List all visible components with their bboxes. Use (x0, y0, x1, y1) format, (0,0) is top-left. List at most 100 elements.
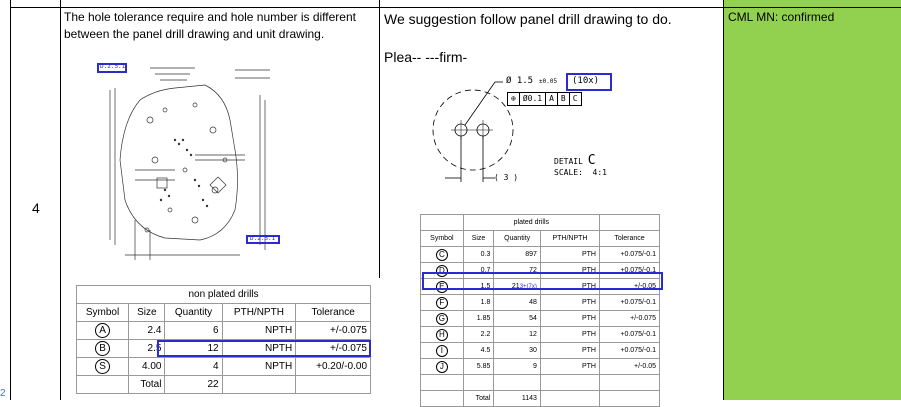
empty-cell (295, 375, 371, 394)
empty-cell (493, 374, 541, 391)
plated-title-row: plated drills (420, 214, 661, 231)
type-cell: PTH (539, 310, 600, 327)
panel-drawing-svg (109, 67, 270, 260)
table-row: J 5.85 9 PTH +/-0.05 (420, 358, 661, 375)
header-cell: Tolerance (295, 303, 371, 322)
fcf-tolerance: Ø0.1 (520, 93, 547, 105)
table-row: I 4.5 30 PTH +0.075/-0.1 (420, 342, 661, 359)
symbol-circle: G (435, 312, 448, 325)
detail-count: (10x) (572, 76, 600, 86)
tolerance-cell: +0.075/-0.1 (598, 246, 661, 263)
symbol-cell: S (75, 357, 130, 376)
symbol-circle: I (435, 344, 448, 357)
plated-title: plated drills (462, 214, 600, 231)
empty-cell (221, 375, 297, 394)
header-cell: Quantity (164, 303, 223, 322)
table-row: F 1.8 48 PTH +0.075/-0.1 (420, 294, 661, 311)
size-cell: 1.85 (462, 310, 495, 327)
symbol-cell: J (420, 358, 464, 375)
symbol-circle: F (435, 296, 448, 309)
detail-scale: SCALE: 4:1 (554, 168, 607, 177)
detail-scale-label: SCALE: (554, 168, 583, 177)
symbol-circle: A (95, 323, 111, 338)
drawing-label-bottom: D.2.5.1 (250, 235, 276, 242)
size-cell: 0.3 (462, 246, 495, 263)
table-row: A 2.4 6 NPTH +/-0.075 (75, 321, 371, 340)
row-number: 4 (32, 200, 40, 216)
non-plated-header-row: Symbol Size Quantity PTH/NPTH Tolerance (75, 303, 371, 322)
type-cell: NPTH (221, 357, 297, 376)
top-border (10, 7, 901, 8)
panel-drill-drawing (95, 60, 285, 260)
header-cell: PTH/NPTH (221, 303, 297, 322)
col-divider-3 (379, 0, 380, 278)
empty-cell (420, 214, 464, 231)
empty-cell (420, 374, 464, 391)
spacer-row (420, 374, 661, 391)
empty-cell (598, 390, 661, 407)
tolerance-cell: +0.075/-0.1 (598, 326, 661, 343)
quantity-cell: 897 (493, 246, 541, 263)
tolerance-cell: +0.075/-0.1 (598, 294, 661, 311)
quantity-cell: 48 (493, 294, 541, 311)
total-row: Total 1143 (420, 390, 661, 407)
non-plated-title-row: non plated drills (76, 285, 371, 304)
header-cell: Symbol (420, 230, 464, 247)
empty-cell (539, 390, 600, 407)
symbol-circle: H (435, 328, 448, 341)
non-plated-title: non plated drills (76, 285, 371, 304)
feature-control-frame: ⊕ Ø0.1 A B C (507, 92, 582, 106)
left-edge-mark: 2 (0, 388, 6, 399)
plated-highlight (422, 272, 663, 290)
table-row: G 1.85 54 PTH +/-0.075 (420, 310, 661, 327)
total-value: 22 (164, 375, 223, 394)
size-cell: 5.85 (462, 358, 495, 375)
tolerance-cell: +0.20/-0.00 (295, 357, 371, 376)
symbol-cell: G (420, 310, 464, 327)
non-plated-highlight (157, 340, 371, 357)
total-label: Total (462, 390, 495, 407)
quantity-cell: 12 (493, 326, 541, 343)
quantity-cell: 6 (164, 321, 223, 340)
detail-letter: C (587, 153, 596, 168)
total-row: Total 22 (75, 375, 371, 394)
detail-label: DETAIL C (554, 153, 596, 168)
quantity-cell: 9 (493, 358, 541, 375)
tolerance-cell: +/-0.05 (598, 358, 661, 375)
empty-cell (462, 374, 495, 391)
detail-tol: ±0.05 (539, 78, 558, 85)
fcf-datum-c: C (572, 94, 578, 103)
type-cell: PTH (539, 246, 600, 263)
symbol-circle: S (95, 359, 111, 374)
drawing-label-top: D.2.5.1 (100, 63, 126, 70)
size-cell: 2.4 (128, 321, 166, 340)
symbol-cell: A (75, 321, 130, 340)
detail-dimension: ( 3 ) (494, 173, 519, 182)
empty-cell (420, 390, 464, 407)
plated-table-wrap: plated drills Symbol Size Quantity PTH/N… (420, 214, 661, 407)
tolerance-cell: +0.075/-0.1 (598, 342, 661, 359)
empty-cell (539, 374, 600, 391)
type-cell: PTH (539, 358, 600, 375)
size-cell: 2.2 (462, 326, 495, 343)
fcf-datum-a: A (546, 93, 558, 105)
table-row: S 4.00 4 NPTH +0.20/-0.00 (75, 357, 371, 376)
plated-header-row: Symbol Size Quantity PTH/NPTH Tolerance (420, 230, 661, 247)
total-label: Total (128, 375, 166, 394)
total-value: 1143 (493, 390, 541, 407)
type-cell: PTH (539, 326, 600, 343)
symbol-cell: C (420, 246, 464, 263)
type-cell: PTH (539, 342, 600, 359)
header-cell: Size (128, 303, 166, 322)
detail-c-drawing (425, 70, 655, 190)
header-cell: Tolerance (598, 230, 661, 247)
type-cell: PTH (539, 294, 600, 311)
suggestion-text: We suggestion follow panel drill drawing… (384, 11, 672, 27)
empty-cell (75, 375, 130, 394)
header-cell: Quantity (493, 230, 541, 247)
fcf-datum-b: B (558, 93, 570, 105)
empty-cell (598, 374, 661, 391)
symbol-cell: F (420, 294, 464, 311)
plated-table: plated drills Symbol Size Quantity PTH/N… (420, 214, 661, 407)
col-divider-2 (60, 0, 61, 400)
